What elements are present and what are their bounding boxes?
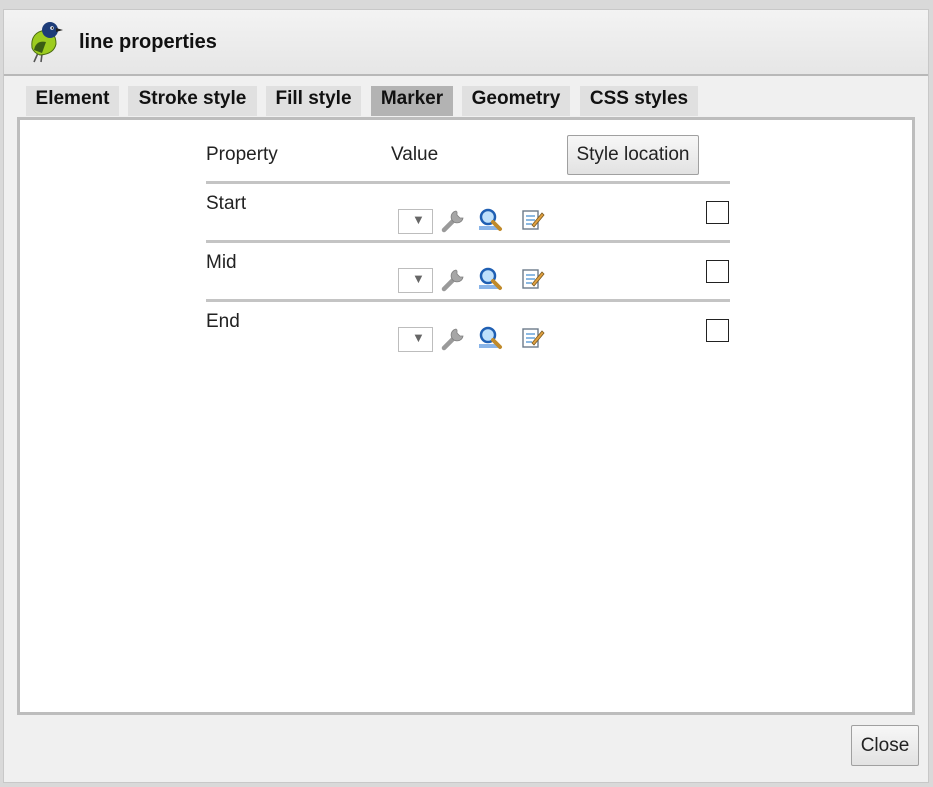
row-label-end: End [206, 311, 240, 332]
mid-marker-select[interactable]: ▼ [398, 268, 433, 293]
wrench-icon[interactable] [441, 207, 467, 233]
marker-row-end: End ▼ [206, 311, 730, 367]
magnifier-icon[interactable] [477, 207, 503, 233]
magnifier-icon[interactable] [477, 325, 503, 351]
dialog-title: line properties [79, 31, 217, 53]
close-button[interactable]: Close [851, 725, 919, 766]
start-marker-select[interactable]: ▼ [398, 209, 433, 234]
row-divider [206, 181, 730, 184]
edit-note-icon[interactable] [520, 325, 546, 351]
wrench-icon[interactable] [441, 325, 467, 351]
row-label-mid: Mid [206, 252, 237, 273]
end-marker-select[interactable]: ▼ [398, 327, 433, 352]
edit-note-icon[interactable] [520, 207, 546, 233]
row-label-start: Start [206, 193, 247, 214]
header-property: Property [206, 144, 278, 165]
properties-dialog: line properties Element Stroke style Fil… [3, 9, 929, 783]
tab-stroke-style[interactable]: Stroke style [128, 86, 257, 116]
tab-marker[interactable]: Marker [371, 86, 453, 116]
start-marker-checkbox[interactable] [706, 201, 729, 224]
mid-marker-checkbox[interactable] [706, 260, 729, 283]
tab-css-styles[interactable]: CSS styles [580, 86, 698, 116]
edit-note-icon[interactable] [520, 266, 546, 292]
tab-element[interactable]: Element [26, 86, 119, 116]
row-divider [206, 299, 730, 302]
dropdown-arrow-icon: ▼ [412, 330, 425, 345]
header-value: Value [391, 144, 439, 165]
dropdown-arrow-icon: ▼ [412, 271, 425, 286]
dialog-titlebar[interactable]: line properties [4, 10, 928, 76]
magnifier-icon[interactable] [477, 266, 503, 292]
marker-panel: Property Value Style location Start ▼ Mi… [17, 117, 915, 715]
tab-geometry[interactable]: Geometry [462, 86, 570, 116]
dropdown-arrow-icon: ▼ [412, 212, 425, 227]
end-marker-checkbox[interactable] [706, 319, 729, 342]
row-divider [206, 240, 730, 243]
style-location-button[interactable]: Style location [567, 135, 699, 175]
tab-fill-style[interactable]: Fill style [266, 86, 361, 116]
bird-icon [26, 20, 66, 64]
wrench-icon[interactable] [441, 266, 467, 292]
